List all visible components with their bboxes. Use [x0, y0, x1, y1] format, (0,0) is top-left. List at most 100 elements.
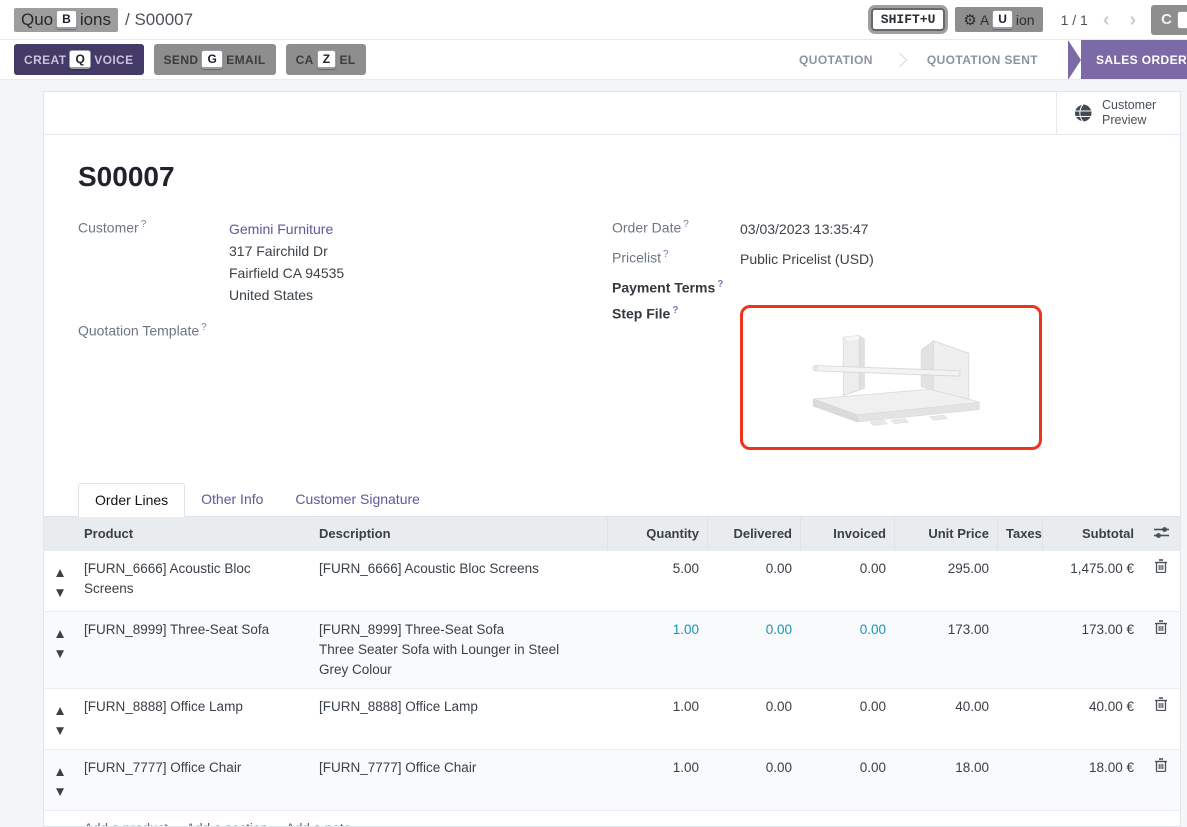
action-menu-button[interactable]: ⚙AUion	[955, 7, 1042, 32]
cell-invoiced[interactable]: 0.00	[800, 750, 894, 786]
customer-preview-button[interactable]: Customer Preview	[1056, 92, 1180, 134]
table-row: ▲▼ [FURN_8999] Three-Seat Sofa [FURN_899…	[44, 611, 1180, 688]
cell-unit-price[interactable]: 173.00	[894, 612, 997, 648]
customer-label: Customer?	[78, 219, 229, 306]
header-invoiced: Invoiced	[800, 517, 894, 550]
drag-handle-icon[interactable]: ▲▼	[44, 612, 76, 672]
cell-quantity[interactable]: 5.00	[607, 551, 707, 587]
drag-handle-icon[interactable]: ▲▼	[44, 689, 76, 749]
table-row: ▲▼ [FURN_6666] Acoustic Bloc Screens [FU…	[44, 550, 1180, 611]
add-section-link[interactable]: Add a section	[186, 821, 268, 827]
status-pipeline: QUOTATION QUOTATION SENT SALES ORDER	[779, 40, 1187, 79]
pager-count: 1 / 1	[1061, 12, 1088, 28]
handle-down-glyph: ▼	[53, 721, 66, 741]
create-invoice-button[interactable]: CREATQVOICE	[14, 44, 144, 75]
payment-terms-label-text: Payment Terms	[612, 280, 715, 296]
hint-keycap-z: Z	[317, 50, 337, 69]
cell-delivered[interactable]: 0.00	[707, 612, 800, 648]
step-file-preview[interactable]	[740, 305, 1042, 450]
delete-row-button[interactable]	[1142, 689, 1180, 719]
create-invoice-label-post: VOICE	[94, 53, 133, 67]
cell-delivered[interactable]: 0.00	[707, 689, 800, 725]
cell-description[interactable]: [FURN_8999] Three-Seat SofaThree Seater …	[311, 612, 607, 688]
cell-invoiced[interactable]: 0.00	[800, 689, 894, 725]
cell-taxes[interactable]	[997, 750, 1042, 766]
header-unit-price: Unit Price	[894, 517, 997, 550]
send-email-button[interactable]: SENDGEMAIL	[154, 44, 276, 75]
handle-down-glyph: ▼	[53, 583, 66, 603]
delete-row-button[interactable]	[1142, 551, 1180, 581]
cell-description[interactable]: [FURN_6666] Acoustic Bloc Screens	[311, 551, 607, 587]
handle-down-glyph: ▼	[53, 644, 66, 664]
tab-other-info[interactable]: Other Info	[185, 483, 279, 517]
help-icon: ?	[717, 279, 723, 290]
cell-unit-price[interactable]: 295.00	[894, 551, 997, 587]
create-invoice-label-pre: CREAT	[24, 53, 66, 67]
order-date-value[interactable]: 03/03/2023 13:35:47	[740, 219, 868, 240]
help-icon: ?	[683, 219, 689, 230]
drag-handle-icon[interactable]: ▲▼	[44, 750, 76, 810]
delete-row-button[interactable]	[1142, 612, 1180, 642]
cell-taxes[interactable]	[997, 612, 1042, 628]
handle-down-glyph: ▼	[53, 782, 66, 802]
cell-quantity[interactable]: 1.00	[607, 750, 707, 786]
cell-quantity[interactable]: 1.00	[607, 612, 707, 648]
cell-product[interactable]: [FURN_8999] Three-Seat Sofa	[76, 612, 311, 648]
cell-taxes[interactable]	[997, 689, 1042, 705]
create-button-cutoff[interactable]: C	[1151, 5, 1187, 35]
delete-row-button[interactable]	[1142, 750, 1180, 780]
cell-description[interactable]: [FURN_8888] Office Lamp	[311, 689, 607, 725]
header-description: Description	[311, 517, 607, 550]
description-line1: [FURN_8999] Three-Seat Sofa	[319, 620, 599, 640]
customer-link[interactable]: Gemini Furniture	[229, 221, 333, 237]
cell-invoiced[interactable]: 0.00	[800, 551, 894, 587]
action-label-pre: A	[980, 12, 989, 28]
tab-order-lines[interactable]: Order Lines	[78, 483, 185, 517]
cell-product[interactable]: [FURN_6666] Acoustic Bloc Screens	[76, 551, 311, 607]
cell-unit-price[interactable]: 40.00	[894, 689, 997, 725]
cell-taxes[interactable]	[997, 551, 1042, 567]
send-email-label-pre: SEND	[164, 53, 199, 67]
cell-delivered[interactable]: 0.00	[707, 551, 800, 587]
button-box-strip: Customer Preview	[44, 92, 1180, 135]
customer-address-line3: United States	[229, 284, 344, 306]
drag-handle-icon[interactable]: ▲▼	[44, 551, 76, 611]
order-date-label-text: Order Date	[612, 220, 681, 236]
cell-product[interactable]: [FURN_8888] Office Lamp	[76, 689, 311, 725]
hint-keycap-cutoff	[1177, 11, 1187, 29]
action-label-post: ion	[1016, 12, 1035, 28]
cell-product[interactable]: [FURN_7777] Office Chair	[76, 750, 311, 786]
tab-customer-signature[interactable]: Customer Signature	[279, 483, 436, 517]
pricelist-value[interactable]: Public Pricelist (USD)	[740, 249, 874, 270]
breadcrumb-current: / S00007	[125, 10, 193, 30]
add-product-link[interactable]: Add a product	[84, 821, 168, 827]
stage-sales-order[interactable]: SALES ORDER	[1081, 40, 1187, 79]
breadcrumb-quotations[interactable]: QuoBions	[14, 8, 118, 32]
pager-next-icon[interactable]: ›	[1124, 10, 1141, 30]
header-taxes: Taxes	[997, 517, 1042, 550]
optional-columns-button[interactable]	[1142, 517, 1180, 548]
header-quantity: Quantity	[607, 517, 707, 550]
cell-quantity[interactable]: 1.00	[607, 689, 707, 725]
sliders-icon	[1154, 526, 1169, 539]
pager-prev-icon[interactable]: ‹	[1098, 10, 1115, 30]
cell-description[interactable]: [FURN_7777] Office Chair	[311, 750, 607, 786]
content-area: Customer Preview S00007 Customer? Gemini…	[0, 80, 1187, 827]
stage-quotation[interactable]: QUOTATION	[779, 53, 893, 67]
trash-icon	[1155, 758, 1167, 772]
cancel-button[interactable]: CAZEL	[286, 44, 366, 75]
add-note-link[interactable]: Add a note	[286, 821, 351, 827]
cell-unit-price[interactable]: 18.00	[894, 750, 997, 786]
customer-value: Gemini Furniture 317 Fairchild Dr Fairfi…	[229, 219, 344, 306]
stage-quotation-sent[interactable]: QUOTATION SENT	[907, 53, 1058, 67]
form-statusbar: CREATQVOICE SENDGEMAIL CAZEL QUOTATION Q…	[0, 40, 1187, 80]
cell-delivered[interactable]: 0.00	[707, 750, 800, 786]
table-header-row: Product Description Quantity Delivered I…	[44, 517, 1180, 550]
handle-up-glyph: ▲	[53, 762, 66, 782]
hint-keycap-u: U	[992, 10, 1013, 29]
field-column-right: Order Date? 03/03/2023 13:35:47 Pricelis…	[612, 219, 1146, 459]
trash-icon	[1155, 559, 1167, 573]
hint-keycap-b: B	[56, 10, 77, 29]
order-date-label: Order Date?	[612, 219, 740, 240]
cell-invoiced[interactable]: 0.00	[800, 612, 894, 648]
